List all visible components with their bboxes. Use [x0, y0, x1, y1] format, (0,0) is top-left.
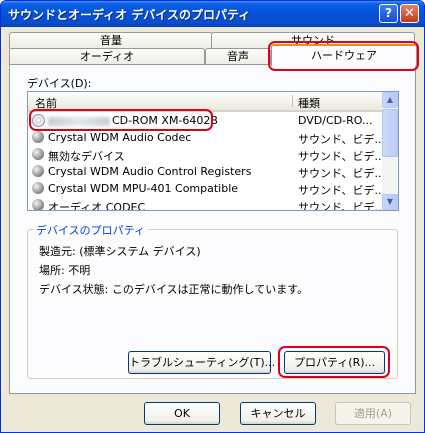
- tab-hardware[interactable]: ハードウェア: [271, 44, 417, 66]
- tab-voice[interactable]: 音声: [205, 48, 271, 65]
- tab-voice-label: 音声: [227, 50, 249, 63]
- device-name: Crystal WDM Audio Control Registers: [48, 165, 252, 178]
- device-row[interactable]: オーディオ CODEC サウンド、ビデ...: [28, 197, 386, 211]
- device-properties-label: デバイスのプロパティ: [33, 222, 149, 238]
- speaker-icon: [32, 199, 44, 210]
- column-header-name[interactable]: 名前: [35, 95, 57, 111]
- device-type: サウンド、ビデ...: [298, 167, 386, 180]
- column-header-type[interactable]: 種類: [298, 95, 320, 111]
- device-row[interactable]: Crystal WDM MPU-401 Compatible サウンド、ビデ..…: [28, 180, 386, 197]
- device-type: サウンド、ビデ...: [298, 184, 386, 197]
- tab-audio[interactable]: オーディオ: [9, 48, 205, 65]
- speaker-icon: [32, 182, 44, 194]
- device-row[interactable]: Crystal WDM Audio Control Registers サウンド…: [28, 163, 386, 180]
- device-type: サウンド、ビデ...: [298, 133, 386, 146]
- device-name: CD-ROM XM-6402B: [48, 114, 218, 127]
- device-row-cd-rom[interactable]: CD-ROM XM-6402B DVD/CD-RO...: [28, 112, 382, 128]
- speaker-icon: [32, 165, 44, 177]
- device-name: オーディオ CODEC: [48, 201, 146, 211]
- speaker-icon: [32, 148, 44, 160]
- manufacturer-text: 製造元: (標準システム デバイス): [39, 245, 201, 258]
- scroll-down-arrow-icon[interactable]: ▼: [382, 194, 398, 210]
- device-name: 無効なデバイス: [48, 150, 125, 163]
- scroll-thumb[interactable]: [382, 109, 398, 157]
- window-title: サウンドとオーディオ デバイスのプロパティ: [8, 8, 251, 22]
- title-bar[interactable]: サウンドとオーディオ デバイスのプロパティ ? ✕: [1, 1, 424, 27]
- device-status-text: デバイス状態: このデバイスは正常に動作しています。: [39, 283, 309, 296]
- list-scrollbar[interactable]: ▲ ▼: [382, 92, 398, 210]
- redacted-text: [48, 116, 110, 126]
- list-header: 名前 種類: [28, 92, 382, 112]
- device-row[interactable]: Crystal WDM Audio Codec サウンド、ビデ...: [28, 129, 386, 146]
- device-name-text: CD-ROM XM-6402B: [112, 114, 218, 127]
- device-row[interactable]: 無効なデバイス サウンド、ビデ...: [28, 146, 386, 163]
- close-button[interactable]: ✕: [400, 4, 419, 23]
- tab-volume[interactable]: 音量: [9, 32, 213, 49]
- cancel-button[interactable]: キャンセル: [240, 402, 316, 425]
- sound-audio-properties-dialog: サウンドとオーディオ デバイスのプロパティ ? ✕ 音量 サウンド オーディオ …: [0, 0, 425, 433]
- device-type: サウンド、ビデ...: [298, 150, 386, 163]
- tab-hardware-label: ハードウェア: [311, 49, 377, 62]
- device-type: サウンド、ビデ...: [298, 201, 386, 211]
- scroll-up-arrow-icon[interactable]: ▲: [382, 92, 398, 108]
- device-name: Crystal WDM Audio Codec: [48, 131, 192, 144]
- help-button[interactable]: ?: [379, 4, 398, 23]
- tab-audio-label: オーディオ: [79, 50, 135, 63]
- location-text: 場所: 不明: [39, 264, 91, 277]
- speaker-icon: [32, 131, 44, 143]
- column-separator[interactable]: [292, 95, 293, 107]
- tab-volume-label: 音量: [100, 34, 122, 47]
- devices-label: デバイス(D):: [27, 77, 92, 90]
- troubleshoot-button[interactable]: トラブルシューティング(T)...: [128, 351, 275, 374]
- device-type: DVD/CD-RO...: [298, 114, 373, 127]
- ok-button[interactable]: OK: [144, 402, 220, 425]
- apply-button[interactable]: 適用(A): [335, 402, 411, 425]
- device-list[interactable]: 名前 種類 CD-ROM XM-6402B DVD/CD-RO... Cryst…: [27, 91, 399, 211]
- properties-button[interactable]: プロパティ(R)...: [284, 351, 385, 374]
- device-name: Crystal WDM MPU-401 Compatible: [48, 182, 239, 195]
- cd-drive-icon: [32, 114, 45, 127]
